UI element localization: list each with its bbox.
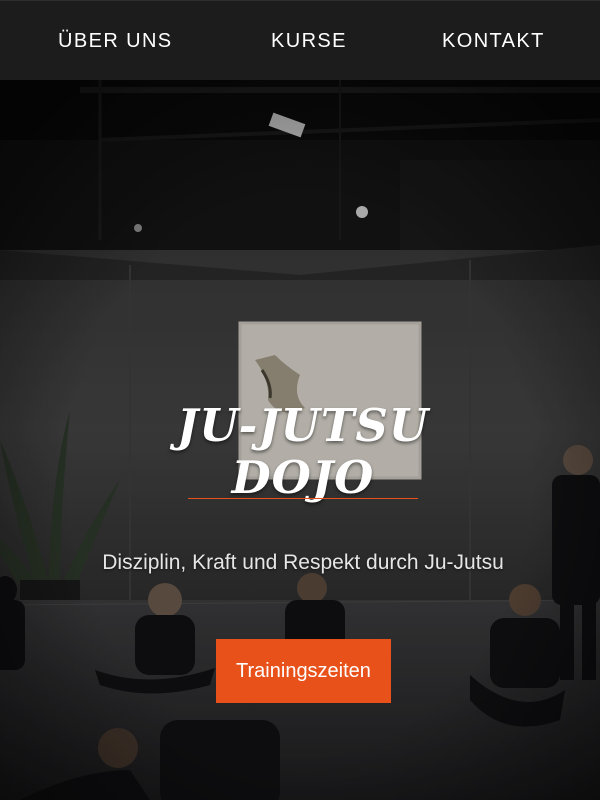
hero-title-line-2: DOJO [231, 451, 375, 504]
nav-link-courses[interactable]: KURSE [271, 29, 347, 53]
hero-section: JU-JUTSU DOJO Disziplin, Kraft und Respek… [0, 80, 600, 800]
top-navigation: ÜBER UNS KURSE KONTAKT [0, 0, 600, 80]
title-underline-divider [188, 498, 418, 499]
hero-title: JU-JUTSU DOJO [150, 400, 456, 504]
page: ÜBER UNS KURSE KONTAKT JU-JUTSU DOJO Dis… [0, 0, 600, 800]
hero-subtitle: Disziplin, Kraft und Respekt durch Ju-Ju… [102, 551, 504, 574]
nav-link-about-us[interactable]: ÜBER UNS [58, 29, 173, 53]
nav-link-contact[interactable]: KONTAKT [442, 29, 545, 53]
hero-title-line-1: JU-JUTSU [176, 399, 430, 452]
training-times-button[interactable]: Trainingszeiten [216, 639, 391, 703]
